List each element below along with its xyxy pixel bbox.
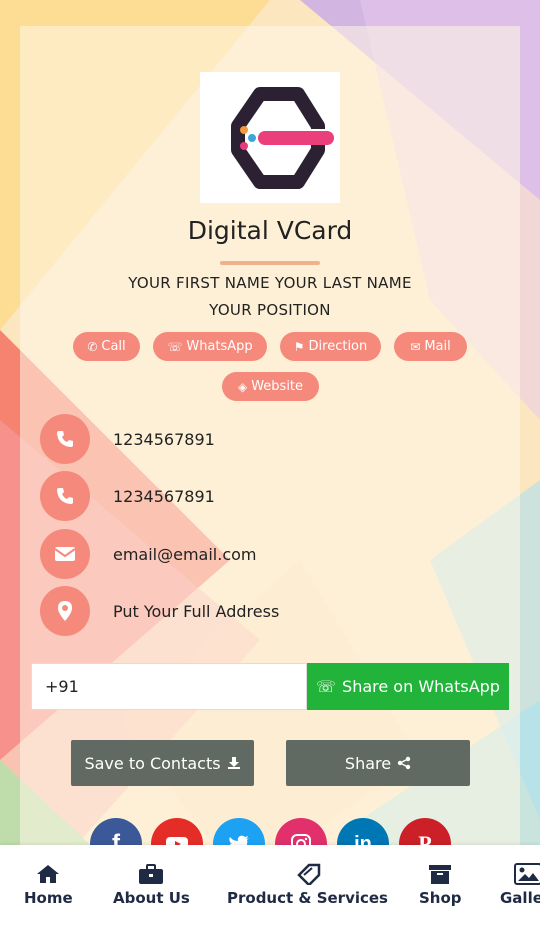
phone-icon <box>40 471 90 521</box>
whatsapp-icon: ☏ <box>316 677 337 696</box>
contact-row-email[interactable]: email@email.com <box>40 529 257 579</box>
page-title: Digital VCard <box>187 216 353 245</box>
nav-shop[interactable]: Shop <box>419 863 462 907</box>
logo <box>200 72 340 203</box>
envelope-icon: ✉ <box>410 339 421 354</box>
website-button[interactable]: ◈ Website <box>222 372 319 401</box>
whatsapp-button[interactable]: ☏ WhatsApp <box>153 332 267 361</box>
contact-row-text: email@email.com <box>113 544 257 564</box>
nav-gallery[interactable]: Gallery <box>500 863 540 907</box>
envelope-icon <box>40 529 90 579</box>
job-position: YOUR POSITION <box>209 301 331 319</box>
contact-row-phone-1[interactable]: 1234567891 <box>40 414 215 464</box>
logo-icon <box>231 87 336 189</box>
contact-row-text: 1234567891 <box>113 486 215 506</box>
nav-about-us[interactable]: About Us <box>113 863 190 907</box>
share-icon <box>397 756 411 770</box>
contact-row-phone-2[interactable]: 1234567891 <box>40 471 215 521</box>
image-icon <box>514 863 540 885</box>
download-icon <box>227 757 240 769</box>
nav-home[interactable]: Home <box>24 863 73 907</box>
full-name: YOUR FIRST NAME YOUR LAST NAME <box>128 274 412 292</box>
bottom-navigation: Home About Us Product & Services Shop Ga… <box>0 845 540 929</box>
save-to-contacts-button[interactable]: Save to Contacts <box>71 740 254 786</box>
phone-number-input[interactable]: +91 <box>31 663 307 710</box>
nav-product-services[interactable]: Product & Services <box>227 863 388 907</box>
phone-icon: ✆ <box>87 339 98 354</box>
title-divider <box>220 261 320 265</box>
home-icon <box>37 865 60 883</box>
contact-row-address[interactable]: Put Your Full Address <box>40 586 279 636</box>
contact-row-text: 1234567891 <box>113 429 215 449</box>
tag-icon <box>296 863 320 885</box>
contact-row-text: Put Your Full Address <box>113 601 280 621</box>
whatsapp-icon: ☏ <box>167 339 183 354</box>
globe-icon: ◈ <box>237 379 248 394</box>
map-marker-icon <box>40 586 90 636</box>
archive-box-icon <box>429 865 452 884</box>
call-button[interactable]: ✆ Call <box>73 332 140 361</box>
share-on-whatsapp-button[interactable]: ☏ Share on WhatsApp <box>307 663 509 710</box>
mail-button[interactable]: ✉ Mail <box>394 332 467 361</box>
map-marker-icon: ⚑ <box>293 339 305 354</box>
briefcase-icon <box>139 864 164 884</box>
share-button[interactable]: Share <box>286 740 470 786</box>
phone-icon <box>40 414 90 464</box>
direction-button[interactable]: ⚑ Direction <box>280 332 381 361</box>
